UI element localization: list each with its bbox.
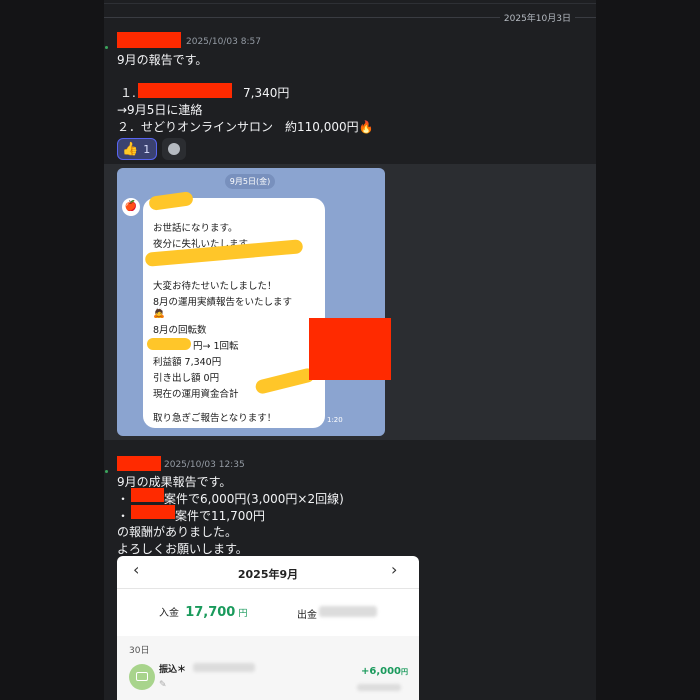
message-line: １.: [120, 86, 136, 100]
reaction-thumbs-up[interactable]: 👍 1: [117, 138, 157, 160]
entry-amount: +6,000円: [361, 666, 408, 677]
message-line: 案件で11,700円: [175, 509, 265, 523]
top-divider: [104, 3, 596, 4]
line-chat-screenshot[interactable]: 9月5日(金) 🍎 お世話になります。 夜分に失礼いたします。 大変お待たせいた…: [117, 168, 385, 436]
bubble-line: 8月の運用実績報告をいたします: [153, 297, 293, 308]
message-line: 7,340円: [243, 86, 290, 100]
bubble-line: 引き出し額 0円: [153, 373, 220, 384]
pencil-icon[interactable]: ✎: [159, 680, 167, 690]
card-month: 2025年9月: [237, 568, 299, 581]
message-line: よろしくお願いします。: [117, 542, 248, 556]
bank-statement-screenshot[interactable]: ‹ 2025年9月 › 入金 17,700 円 出金 30日 振込＊ ✎ +6,…: [117, 556, 419, 700]
income-unit: 円: [238, 609, 248, 619]
day-label: 30日: [129, 646, 150, 656]
chat-bubble: お世話になります。 夜分に失礼いたします。 大変お待たせいたしました！ 8月の運…: [143, 198, 325, 428]
bubble-line: 大変お待たせいたしました！: [153, 281, 277, 292]
message-timestamp: 2025/10/03 8:57: [186, 37, 261, 47]
redacted-username[interactable]: [117, 456, 161, 471]
card-divider: [117, 588, 419, 589]
thumbs-up-icon: 👍: [122, 141, 139, 157]
bubble-line: 8月の回転数: [153, 325, 207, 336]
avatar: 🍎: [122, 198, 140, 216]
blurred-entry-name: [193, 663, 255, 672]
message-line: 案件で6,000円(3,000円×2回線): [164, 492, 344, 506]
message-line-text: ２．せどりオンラインサロン 約110,000円: [117, 120, 359, 134]
bubble-line: 取り急ぎご報告となります！: [153, 413, 277, 424]
blurred-entry-detail: [357, 684, 401, 691]
emoji-icon: [168, 143, 180, 155]
person-icon: 🙇: [153, 308, 165, 319]
chat-date-badge: 9月5日(金): [225, 174, 275, 189]
expense-label: 出金: [297, 610, 317, 621]
income-value: 17,700: [185, 605, 236, 620]
message-line: の報酬がありました。: [117, 525, 238, 539]
redacted-text: [131, 488, 164, 502]
reaction-count: 1: [143, 142, 151, 156]
message-line: ・: [117, 492, 130, 506]
income-summary: 入金 17,700 円: [159, 604, 248, 620]
message-line: ２．せどりオンラインサロン 約110,000円🔥: [117, 118, 374, 135]
message-line: →9月5日に連絡: [117, 103, 203, 117]
redacted-block: [309, 318, 391, 380]
entry-amount-value: +6,000: [361, 666, 402, 677]
left-margin: [0, 0, 104, 700]
message-line: ・: [117, 509, 130, 523]
message-timestamp: 2025/10/03 12:35: [164, 460, 245, 470]
fire-icon: 🔥: [358, 120, 374, 134]
bubble-line: 現在の運用資金合計: [153, 389, 239, 400]
entry-label: 振込＊: [159, 665, 187, 675]
date-divider-label: 2025年10月3日: [499, 11, 575, 24]
redacted-text: [131, 505, 175, 519]
bubble-line: 利益額 7,340円: [153, 357, 222, 368]
transfer-icon: [129, 664, 155, 690]
entry-amount-unit: 円: [401, 668, 409, 676]
highlighter-scribble: [147, 338, 191, 350]
bubble-line: お世話になります。: [153, 223, 238, 234]
bubble-time: 1:20: [327, 416, 343, 424]
add-reaction-button[interactable]: [162, 138, 186, 160]
online-indicator: [105, 46, 108, 49]
online-indicator: [105, 470, 108, 473]
redacted-username[interactable]: [117, 32, 181, 48]
right-margin: [596, 0, 700, 700]
redacted-text: [138, 83, 232, 98]
bubble-line: 円→ 1回転: [193, 341, 239, 352]
blurred-expense-value: [319, 606, 377, 617]
message-line: 9月の報告です。: [117, 53, 208, 67]
chevron-right-icon[interactable]: ›: [391, 560, 397, 579]
income-label: 入金: [159, 608, 179, 619]
